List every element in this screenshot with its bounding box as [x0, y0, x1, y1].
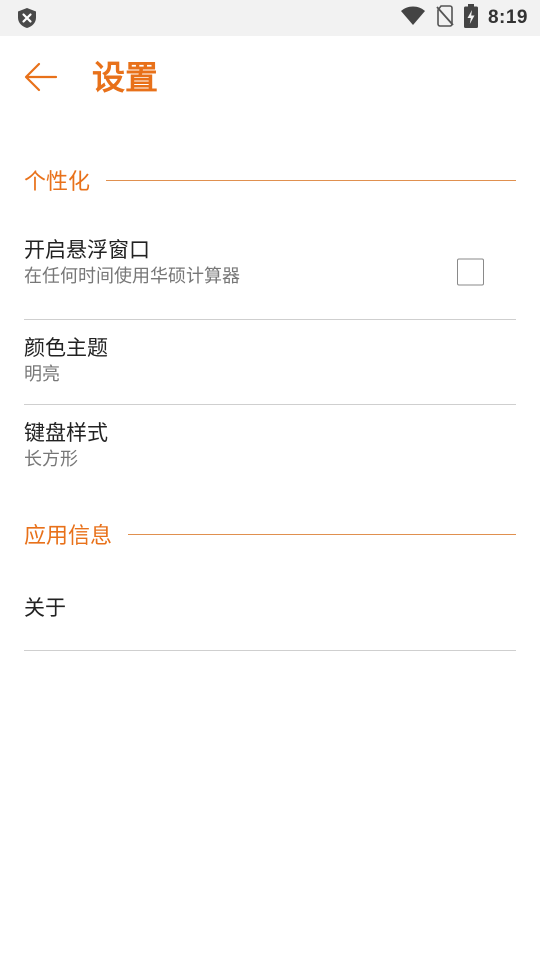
pref-title: 关于 [24, 596, 66, 620]
pref-floating-window[interactable]: 开启悬浮窗口 在任何时间使用华硕计算器 [24, 224, 516, 320]
no-sim-icon [436, 5, 454, 31]
floating-window-checkbox[interactable] [457, 258, 484, 286]
pref-summary: 在任何时间使用华硕计算器 [24, 266, 240, 287]
divider [24, 650, 516, 651]
pref-title: 开启悬浮窗口 [24, 238, 150, 262]
pref-summary: 明亮 [24, 364, 60, 385]
status-bar: 8:19 [0, 0, 540, 36]
status-icons: 8:19 [400, 0, 528, 36]
battery-charging-icon [463, 4, 478, 32]
pref-title: 键盘样式 [24, 421, 108, 445]
pref-color-theme[interactable]: 颜色主题 明亮 [24, 320, 516, 404]
page-title: 设置 [92, 58, 158, 97]
arrow-left-icon [24, 62, 58, 96]
section-label: 应用信息 [24, 524, 113, 549]
pref-about[interactable]: 关于 [24, 570, 516, 650]
shield-icon [16, 7, 38, 29]
pref-keyboard-style[interactable]: 键盘样式 长方形 [24, 405, 516, 489]
section-header-app-info: 应用信息 [24, 514, 516, 554]
section-header-personalization: 个性化 [24, 160, 516, 200]
section-label: 个性化 [24, 170, 91, 195]
settings-screen: 8:19 设置 个性化 开启悬浮窗口 在任何时间使用华硕计算器 颜色主题 明亮 [0, 0, 540, 960]
section-divider [128, 533, 516, 535]
pref-summary: 长方形 [24, 449, 78, 470]
toolbar: 设置 [0, 36, 540, 120]
pref-title: 颜色主题 [24, 336, 108, 360]
section-divider [106, 179, 516, 181]
back-button[interactable] [18, 56, 64, 102]
status-time: 8:19 [487, 7, 528, 28]
wifi-icon [400, 6, 426, 30]
